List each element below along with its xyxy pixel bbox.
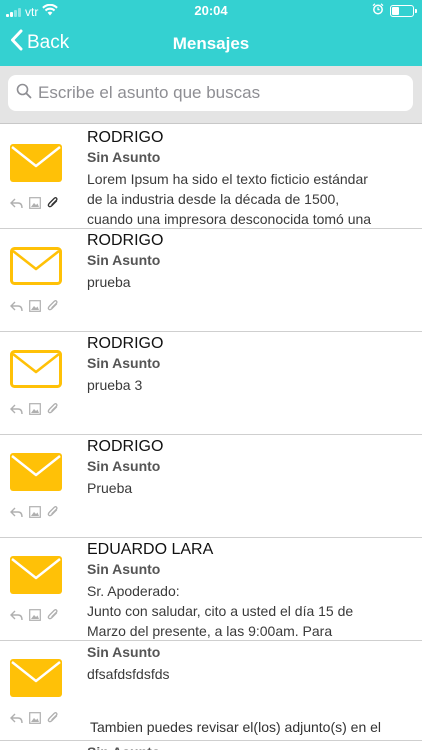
nav-bar: Back Mensajes (0, 22, 422, 66)
message-row[interactable]: RODRIGO Sin Asunto Prueba (0, 435, 422, 538)
message-preview: Prueba (87, 480, 133, 496)
status-time: 20:04 (194, 3, 228, 18)
envelope-icon (10, 453, 62, 491)
reply-icon[interactable] (10, 299, 23, 317)
message-subject: Sin Asunto (87, 355, 161, 371)
image-icon[interactable] (29, 505, 41, 523)
search-input[interactable]: Escribe el asunto que buscas (8, 75, 413, 111)
attachment-icon[interactable] (47, 299, 59, 317)
image-icon[interactable] (29, 608, 41, 626)
search-icon (16, 83, 32, 104)
message-sender: RODRIGO (87, 335, 164, 352)
search-placeholder: Escribe el asunto que buscas (38, 83, 261, 102)
message-subject: Sin Asunto (87, 561, 161, 577)
search-bar: Escribe el asunto que buscas (0, 66, 422, 124)
reply-icon[interactable] (10, 402, 23, 420)
envelope-icon (10, 144, 62, 182)
attachment-hint: Tambien puedes revisar el(los) adjunto(s… (90, 719, 382, 735)
attachment-icon[interactable] (47, 608, 59, 626)
envelope-outline-icon (10, 350, 62, 388)
attachment-icon[interactable] (47, 196, 59, 214)
image-icon[interactable] (29, 711, 41, 729)
message-sender: EDUARDO LARA (87, 541, 214, 558)
reply-icon[interactable] (10, 505, 23, 523)
message-preview: Lorem Ipsum ha sido el texto ficticio es… (87, 171, 372, 227)
image-icon[interactable] (29, 299, 41, 317)
message-sender: RODRIGO (87, 232, 164, 249)
attachment-icon[interactable] (47, 402, 59, 420)
message-row[interactable]: RODRIGO Sin Asunto prueba 3 (0, 332, 422, 435)
alarm-icon (372, 3, 384, 18)
image-icon[interactable] (29, 196, 41, 214)
attachment-icon[interactable] (47, 711, 59, 729)
message-subject: Sin Asunto (87, 252, 161, 268)
message-subject: Sin Asunto (87, 458, 161, 474)
envelope-icon (10, 556, 62, 594)
reply-icon[interactable] (10, 608, 23, 626)
message-preview: prueba (87, 274, 131, 290)
partial-message-subject: Sin Asunto (0, 740, 422, 750)
image-icon[interactable] (29, 402, 41, 420)
status-bar: vtr 20:04 (0, 0, 422, 22)
message-preview: prueba 3 (87, 377, 143, 393)
reply-icon[interactable] (10, 196, 23, 214)
battery-icon (390, 4, 417, 17)
message-preview: dfsafdsfdsfds (87, 666, 170, 682)
message-subject: Sin Asunto (87, 149, 161, 165)
attachment-icon[interactable] (47, 505, 59, 523)
message-sender: RODRIGO (87, 129, 164, 146)
message-subject: Sin Asunto (87, 644, 161, 660)
message-preview: Sr. Apoderado: Junto con saludar, cito a… (87, 583, 354, 639)
envelope-outline-icon (10, 247, 62, 285)
envelope-icon (10, 659, 62, 697)
message-row[interactable]: EDUARDO LARA Sin Asunto Sr. Apoderado: J… (0, 538, 422, 641)
message-sender: RODRIGO (87, 438, 164, 455)
message-row[interactable]: RODRIGO Sin Asunto prueba (0, 229, 422, 332)
message-row[interactable]: RODRIGO Sin Asunto Lorem Ipsum ha sido e… (0, 126, 422, 229)
reply-icon[interactable] (10, 711, 23, 729)
app-header: vtr 20:04 Back Mensajes (0, 0, 422, 66)
page-title: Mensajes (172, 34, 250, 53)
